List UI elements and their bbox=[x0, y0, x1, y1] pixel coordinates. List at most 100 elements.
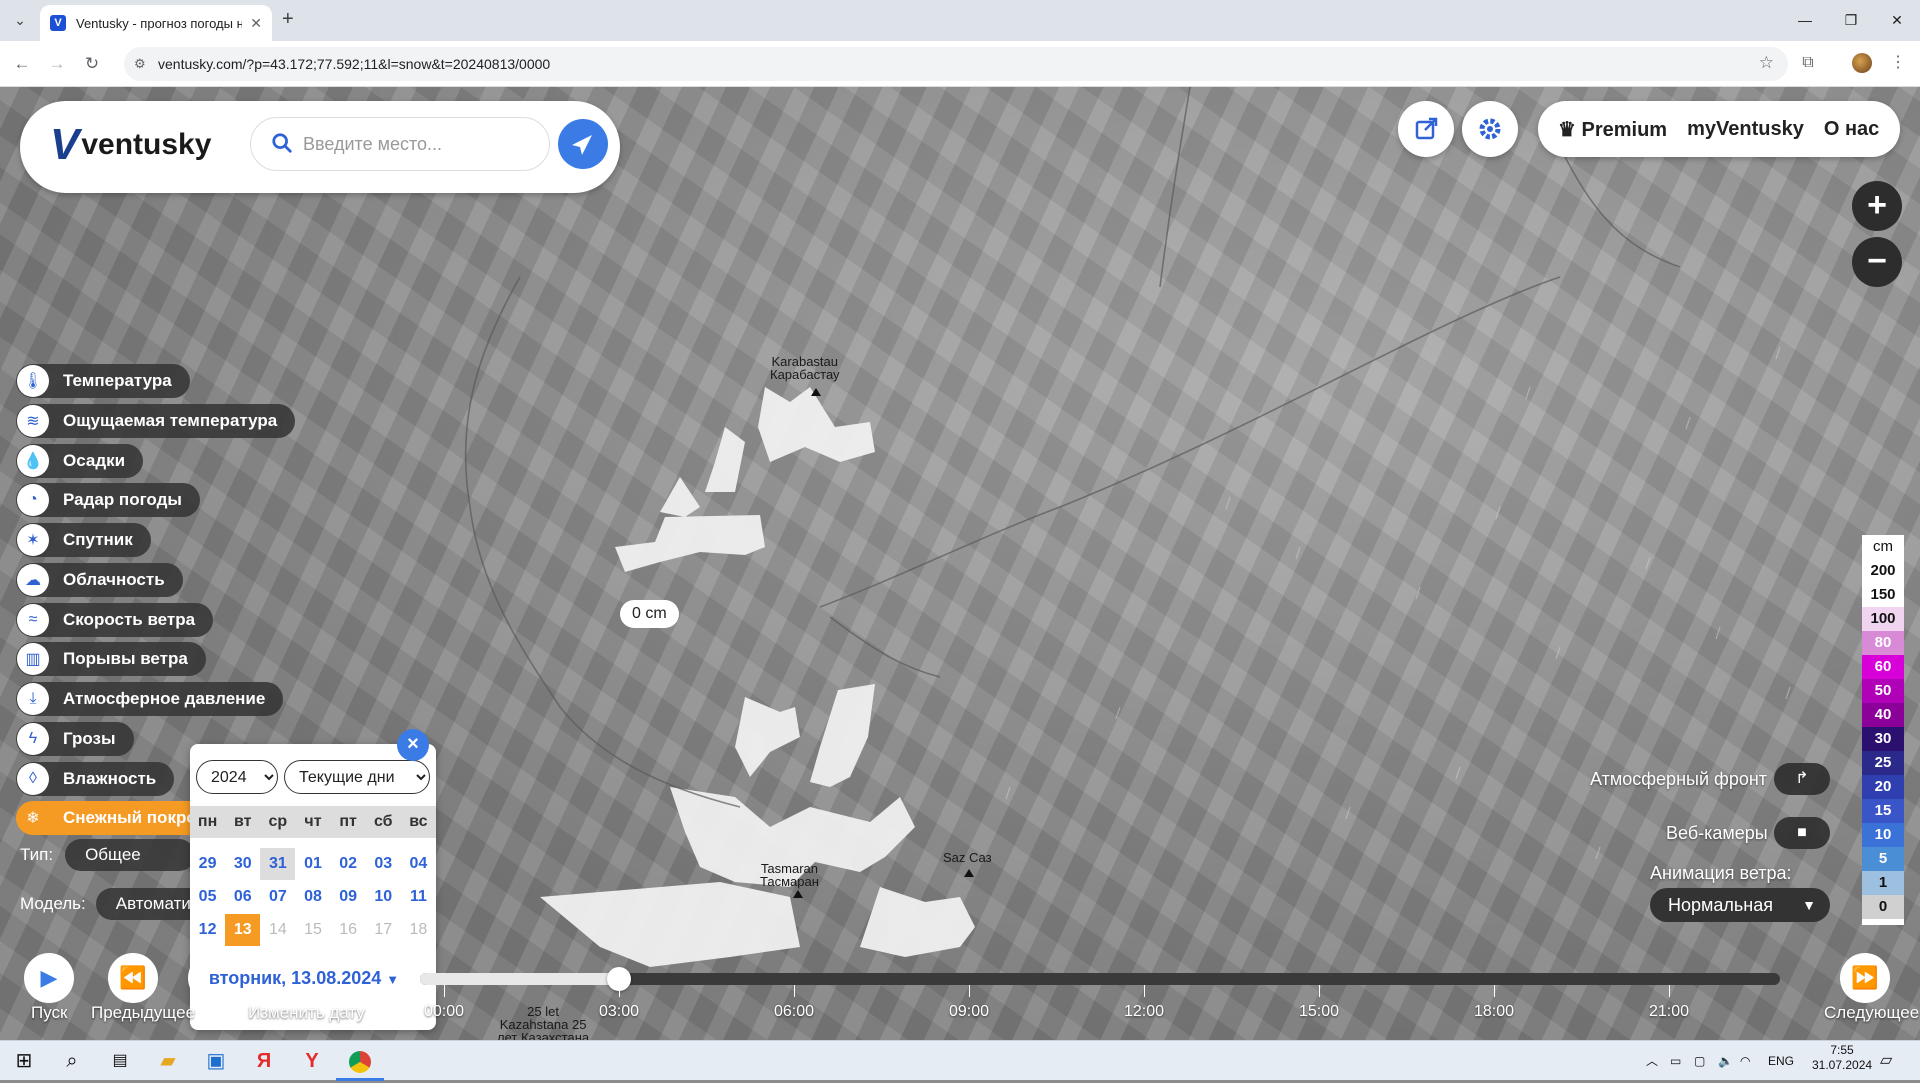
address-bar: ← → ↻ ⚙ ventusky.com/?p=43.172;77.592;11… bbox=[0, 41, 1920, 87]
language-indicator[interactable]: ENG bbox=[1768, 1041, 1794, 1081]
layer-humidity[interactable]: ◊ Влажность bbox=[16, 762, 175, 796]
type-select[interactable]: Общее bbox=[65, 839, 196, 871]
layer-satellite[interactable]: ✶ Спутник bbox=[16, 523, 151, 557]
layer-precipitation[interactable]: 💧 Осадки bbox=[16, 444, 144, 478]
ventusky-logo[interactable]: V ventusky bbox=[50, 123, 211, 167]
clock[interactable]: 7:55 31.07.2024 bbox=[1812, 1043, 1872, 1083]
layer-temperature[interactable]: 🌡 Температура bbox=[16, 364, 190, 398]
tray-chevron-icon[interactable]: ︿ bbox=[1646, 1041, 1658, 1081]
layer-radar[interactable]: ◔ Радар погоды bbox=[16, 483, 200, 517]
store-icon[interactable]: ▣ bbox=[192, 1041, 240, 1081]
calendar-close-button[interactable]: × bbox=[397, 729, 429, 761]
timeline-bar: ▶ Пуск ⏪ Предыдущее вторник, 13.08.2024 … bbox=[0, 940, 1920, 1040]
settings-button[interactable] bbox=[1462, 101, 1518, 157]
calendar-day[interactable]: 05 bbox=[190, 881, 225, 913]
calendar-day[interactable]: 29 bbox=[190, 848, 225, 880]
wind-animation-select[interactable]: Нормальная ▼ bbox=[1650, 888, 1830, 922]
layer-thunderstorms[interactable]: ϟ Грозы bbox=[16, 722, 134, 756]
task-view-icon[interactable]: ▤ bbox=[96, 1041, 144, 1081]
layer-pressure[interactable]: ⤓ Атмосферное давление bbox=[16, 682, 284, 716]
peak-marker-tasmaran bbox=[793, 890, 803, 898]
radar-icon: ◔ bbox=[17, 484, 49, 516]
zoom-out-button[interactable]: − bbox=[1852, 237, 1902, 287]
share-button[interactable] bbox=[1398, 101, 1454, 157]
forward-icon[interactable]: → bbox=[45, 52, 69, 76]
restore-icon[interactable]: ❐ bbox=[1828, 0, 1874, 41]
minimize-icon[interactable]: — bbox=[1782, 0, 1828, 41]
omnibox[interactable]: ⚙ ventusky.com/?p=43.172;77.592;11&l=sno… bbox=[124, 47, 1788, 81]
calendar-day[interactable]: 01 bbox=[295, 848, 330, 880]
calendar-day[interactable]: 02 bbox=[331, 848, 366, 880]
calendar-day[interactable]: 06 bbox=[225, 881, 260, 913]
tab-close-icon[interactable]: ✕ bbox=[250, 15, 262, 32]
notifications-icon[interactable]: ▱ bbox=[1880, 1041, 1892, 1081]
type-label: Тип: bbox=[20, 845, 54, 864]
tray-volume-icon[interactable]: 🔈 bbox=[1718, 1041, 1733, 1081]
tray-battery-icon[interactable]: ▭ bbox=[1670, 1041, 1681, 1081]
calendar-week: 29 30 31 01 02 03 04 bbox=[190, 848, 436, 880]
back-icon[interactable]: ← bbox=[10, 52, 34, 76]
tab-title: Ventusky - прогноз погоды на bbox=[76, 15, 243, 31]
myventusky-link[interactable]: myVentusky bbox=[1687, 118, 1804, 141]
browser-tab[interactable]: V Ventusky - прогноз погоды на ✕ bbox=[40, 5, 272, 41]
legend-value: 50 bbox=[1862, 679, 1904, 703]
locate-button[interactable] bbox=[558, 119, 608, 169]
year-select[interactable]: 2024 bbox=[196, 760, 278, 794]
calendar-day[interactable]: 30 bbox=[225, 848, 260, 880]
extensions-icon[interactable]: ⧉ bbox=[1796, 51, 1820, 75]
next-button[interactable]: ⏩ bbox=[1840, 953, 1890, 1003]
tray-network-icon[interactable]: ▢ bbox=[1694, 1041, 1705, 1081]
calendar-day[interactable]: 09 bbox=[331, 881, 366, 913]
calendar-day[interactable]: 03 bbox=[366, 848, 401, 880]
chrome-icon[interactable] bbox=[336, 1041, 384, 1081]
timeline-hour-label: 15:00 bbox=[1299, 1003, 1340, 1020]
bookmark-star-icon[interactable]: ☆ bbox=[1759, 53, 1774, 73]
place-saz[interactable]: Saz Саз bbox=[943, 851, 992, 864]
zoom-in-button[interactable]: + bbox=[1852, 181, 1902, 231]
reload-icon[interactable]: ↻ bbox=[80, 52, 104, 76]
snowflake-icon: ❄ bbox=[17, 802, 49, 834]
place-karabastau[interactable]: Karabastau Карабастау bbox=[770, 355, 840, 381]
play-icon: ▶ bbox=[40, 965, 58, 990]
wind-icon: ≈ bbox=[17, 604, 49, 636]
yandex-browser-icon[interactable]: Y bbox=[288, 1041, 336, 1081]
date-button[interactable]: вторник, 13.08.2024 ▼ bbox=[188, 953, 420, 1003]
pressure-icon: ⤓ bbox=[17, 683, 49, 715]
atmospheric-front-toggle[interactable]: ↱ bbox=[1774, 763, 1830, 795]
about-link[interactable]: О нас bbox=[1824, 118, 1879, 141]
layer-clouds[interactable]: ☁ Облачность bbox=[16, 563, 183, 597]
calendar-day[interactable]: 31 bbox=[260, 848, 296, 880]
browser-menu-icon[interactable]: ⋮ bbox=[1886, 51, 1910, 75]
thermometer-icon: 🌡 bbox=[17, 365, 49, 397]
profile-avatar[interactable] bbox=[1852, 53, 1872, 73]
yandex-icon[interactable]: Я bbox=[240, 1041, 288, 1081]
webcams-toggle[interactable]: ■ bbox=[1774, 817, 1830, 849]
premium-link[interactable]: ♛ Premium bbox=[1558, 117, 1667, 142]
new-tab-icon[interactable]: + bbox=[282, 8, 294, 31]
calendar-day[interactable]: 04 bbox=[401, 848, 436, 880]
close-window-icon[interactable]: ✕ bbox=[1874, 0, 1920, 41]
calendar-day[interactable]: 11 bbox=[401, 881, 436, 913]
layer-feels-like[interactable]: ≋ Ощущаемая температура bbox=[16, 404, 296, 438]
search-icon[interactable]: ⌕ bbox=[48, 1041, 96, 1081]
weather-map[interactable]: Karabastau Карабастау Tasmaran Тасмаран … bbox=[0, 87, 1920, 1040]
play-button[interactable]: ▶ bbox=[24, 953, 74, 1003]
tab-search-chevron-icon[interactable]: ⌄ bbox=[8, 8, 32, 32]
calendar-day[interactable]: 10 bbox=[366, 881, 401, 913]
legend-value: 200 bbox=[1862, 559, 1904, 583]
layer-wind-gusts[interactable]: ▥ Порывы ветра bbox=[16, 642, 206, 676]
tray-wifi-icon[interactable]: ◠ bbox=[1740, 1041, 1750, 1081]
previous-button[interactable]: ⏪ bbox=[108, 953, 158, 1003]
layer-wind-speed[interactable]: ≈ Скорость ветра bbox=[16, 603, 214, 637]
header-bar: V ventusky Введите место... bbox=[20, 101, 620, 193]
place-tasmaran[interactable]: Tasmaran Тасмаран bbox=[760, 862, 819, 888]
search-input[interactable]: Введите место... bbox=[303, 134, 442, 155]
calendar-day[interactable]: 07 bbox=[260, 881, 295, 913]
url-text[interactable]: ventusky.com/?p=43.172;77.592;11&l=snow&… bbox=[158, 56, 550, 72]
period-select[interactable]: Текущие дни bbox=[284, 760, 430, 794]
site-info-icon[interactable]: ⚙ bbox=[134, 56, 146, 72]
calendar-day[interactable]: 08 bbox=[295, 881, 330, 913]
windows-start-icon[interactable]: ⊞ bbox=[0, 1041, 48, 1081]
file-explorer-icon[interactable]: ▰ bbox=[144, 1041, 192, 1081]
search-box[interactable]: Введите место... bbox=[250, 117, 550, 171]
